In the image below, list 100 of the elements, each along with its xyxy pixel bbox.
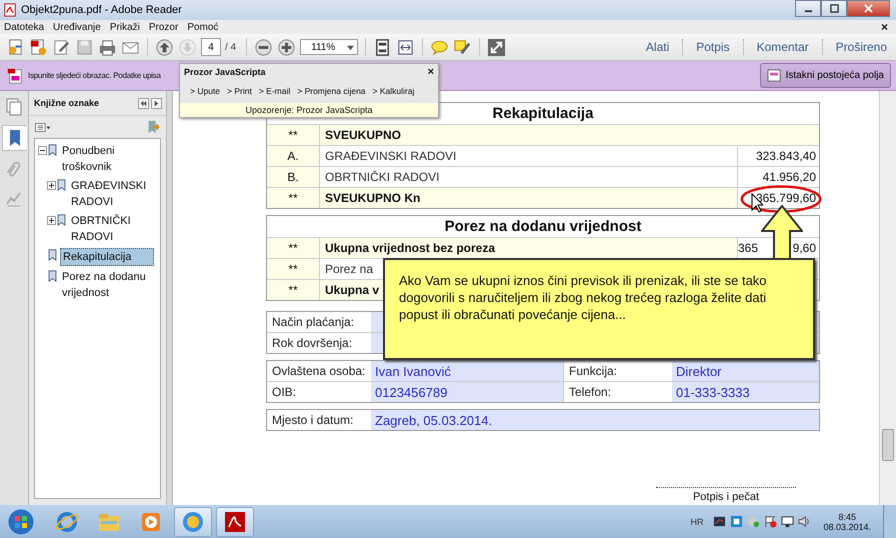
field-label: Ovlaštena osoba: xyxy=(271,363,366,380)
callout-text: Ako Vam se ukupni iznos čini previsok ili prenizak, ili ste se tako dogovorili s naručiteljem ili zbog nekog trećeg razloga želite dati popust ili obračunati povećanje cijena... xyxy=(399,272,768,323)
field-label: Način plaćanja: xyxy=(271,314,356,331)
page-number-field[interactable]: 4 xyxy=(201,38,221,56)
tray-icon[interactable] xyxy=(730,515,744,528)
panel-link[interactable]: Prošireno xyxy=(826,40,896,54)
close-icon xyxy=(864,4,873,13)
flag-icon[interactable] xyxy=(764,515,778,528)
script-link[interactable]: > Print xyxy=(227,86,252,96)
scrollbar[interactable] xyxy=(879,91,896,505)
minimize-button[interactable] xyxy=(795,0,821,17)
script-link[interactable]: > E-mail xyxy=(258,86,290,96)
bookmark-item[interactable]: GRAĐEVINSKI RADOVI xyxy=(69,178,159,210)
script-link[interactable]: > Kalkuliraj xyxy=(372,86,414,96)
table-cell: SVEUKUPNO xyxy=(325,128,402,142)
signature-label: Potpis i pečat xyxy=(692,491,760,503)
volume-icon[interactable] xyxy=(798,515,812,528)
input-field[interactable]: 0123456789 xyxy=(371,382,563,402)
options-icon[interactable] xyxy=(35,122,51,132)
bookmark-item[interactable]: OBRTNIČKI RADOVI xyxy=(69,213,159,245)
table-cell: SVEUKUPNO Kn xyxy=(325,191,420,205)
previous-page-icon[interactable] xyxy=(155,38,174,56)
taskbar-app[interactable] xyxy=(216,506,254,536)
field-label: OIB: xyxy=(271,384,298,401)
print-icon[interactable] xyxy=(98,38,117,56)
bookmark-item[interactable]: Rekapitulacija xyxy=(60,248,154,266)
edit-icon[interactable] xyxy=(52,38,71,56)
save-icon[interactable] xyxy=(75,38,94,56)
fit-width-icon[interactable] xyxy=(396,38,416,56)
tree-toggle-icon[interactable] xyxy=(38,146,47,155)
highlight-icon[interactable] xyxy=(453,38,472,56)
table-cell: Porez na xyxy=(325,262,374,276)
browser-icon xyxy=(55,510,79,534)
scroll-thumb[interactable] xyxy=(882,429,894,461)
input-field[interactable]: 01-333-3333 xyxy=(672,382,819,402)
table-cell: ** xyxy=(267,238,320,258)
collapse-panel-icon[interactable] xyxy=(138,98,149,108)
table-cell: 9,60 xyxy=(792,241,816,255)
table-cell: Ukupna v xyxy=(325,283,380,297)
script-link[interactable]: > Promjena cijena xyxy=(297,86,366,96)
panel-link[interactable]: Komentar xyxy=(748,40,818,54)
panel-link[interactable]: Potpis xyxy=(687,40,739,54)
caret-icon xyxy=(347,44,354,50)
panel-link[interactable]: Alati xyxy=(636,40,678,54)
pdf-document-icon[interactable] xyxy=(29,38,48,56)
close-document-button[interactable]: × xyxy=(880,20,888,34)
menu-item[interactable]: Prozor xyxy=(148,22,178,32)
table-cell: GRAĐEVINSKI RADOVI xyxy=(325,149,456,163)
table-cell: 41.956,20 xyxy=(762,170,816,184)
full-screen-icon[interactable] xyxy=(487,38,506,56)
table-cell: 323.843,40 xyxy=(756,149,816,163)
zoom-dropdown[interactable]: 111% xyxy=(300,39,358,55)
window-title: Prozor JavaScripta xyxy=(184,66,266,76)
pages-icon xyxy=(5,98,23,116)
sun-icon xyxy=(181,510,205,534)
bookmark-icon xyxy=(57,214,66,226)
menu-item[interactable]: Datoteka xyxy=(4,22,44,32)
table-cell: ** xyxy=(267,125,320,145)
form-field-icon xyxy=(766,68,782,83)
zoom-in-icon[interactable] xyxy=(277,38,296,56)
sidebar-tab[interactable] xyxy=(2,125,26,151)
table-cell: OBRTNIČKI RADOVI xyxy=(325,170,440,184)
network-icon[interactable] xyxy=(781,515,794,528)
menu-item[interactable]: Prikaži xyxy=(110,22,140,32)
tray-icon[interactable] xyxy=(713,515,726,528)
table-cell: 365.799,60 xyxy=(756,191,816,205)
field-label: Rok dovršenja: xyxy=(271,335,354,352)
table-cell: Ukupna vrijednost bez poreza xyxy=(325,241,496,255)
bookmark-icon xyxy=(48,270,57,282)
clock[interactable]: 8:45 08.03.2014. xyxy=(823,512,871,532)
tree-toggle-icon[interactable] xyxy=(47,216,56,225)
warning-text: Upozorenje: Prozor JavaScripta xyxy=(180,103,438,117)
bookmark-icon xyxy=(48,249,57,261)
bookmark-item[interactable]: Ponudbeni troškovnik xyxy=(60,143,150,175)
input-field[interactable]: Ivan Ivanović xyxy=(371,361,563,381)
tree-toggle-icon[interactable] xyxy=(47,181,56,190)
close-button[interactable] xyxy=(847,0,890,17)
panel-title: Knjižne oznake xyxy=(34,98,100,108)
form-message: Ispunite sljedeći obrazac. Podatke upisa xyxy=(28,71,161,80)
zoom-out-icon[interactable] xyxy=(254,38,274,56)
expand-panel-icon[interactable] xyxy=(151,98,162,108)
taskbar-app[interactable] xyxy=(174,506,212,536)
window-title: Objekt2puna.pdf - Adobe Reader xyxy=(21,4,182,16)
table-cell: ** xyxy=(267,280,320,300)
page-count: / 4 xyxy=(225,42,236,52)
bookmark-item[interactable]: Porez na dodanu vrijednost xyxy=(60,269,150,301)
paperclip-icon xyxy=(5,160,23,178)
close-button[interactable]: × xyxy=(428,66,434,78)
menu-item[interactable]: Uređivanje xyxy=(53,22,101,32)
script-link[interactable]: > Upute xyxy=(190,86,220,96)
maximize-icon xyxy=(830,4,838,13)
start-button[interactable] xyxy=(6,506,36,536)
maximize-button[interactable] xyxy=(821,0,847,17)
pdf-icon xyxy=(223,510,247,534)
menu-item[interactable]: Pomoć xyxy=(187,22,218,32)
bookmark-icon xyxy=(57,179,66,191)
language-indicator[interactable]: HR xyxy=(690,516,704,526)
highlight-fields-button[interactable]: Istakni postojeća polja xyxy=(760,63,891,88)
form-icon xyxy=(6,66,24,84)
input-field[interactable]: Direktor xyxy=(672,361,819,381)
